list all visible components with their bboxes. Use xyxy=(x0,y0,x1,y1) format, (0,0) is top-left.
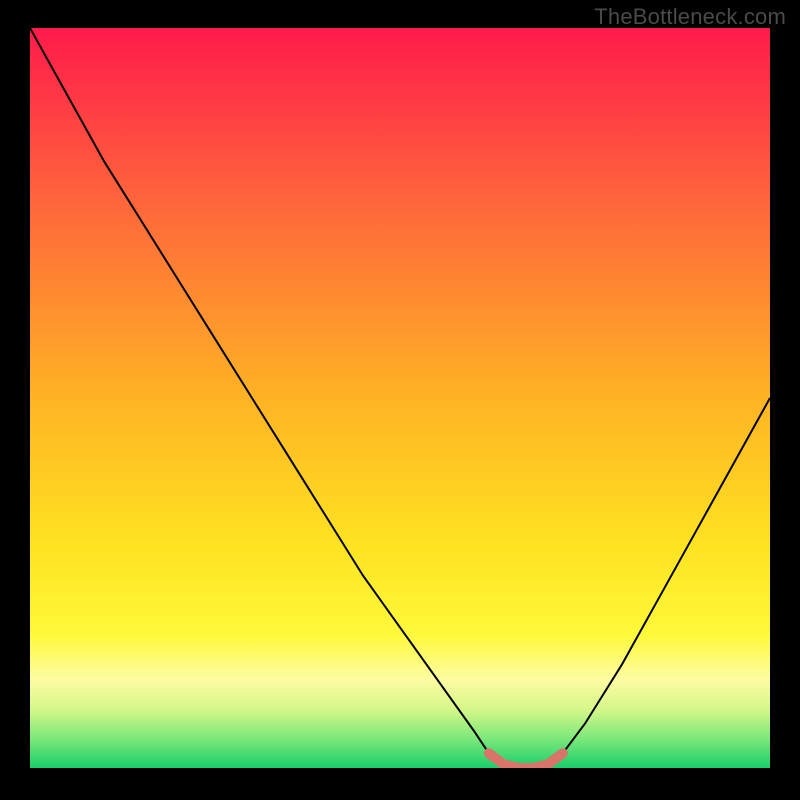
gradient-rect xyxy=(30,28,770,768)
watermark-text: TheBottleneck.com xyxy=(594,4,786,30)
plot-area xyxy=(30,28,770,768)
chart-container: TheBottleneck.com xyxy=(0,0,800,800)
chart-svg xyxy=(30,28,770,768)
